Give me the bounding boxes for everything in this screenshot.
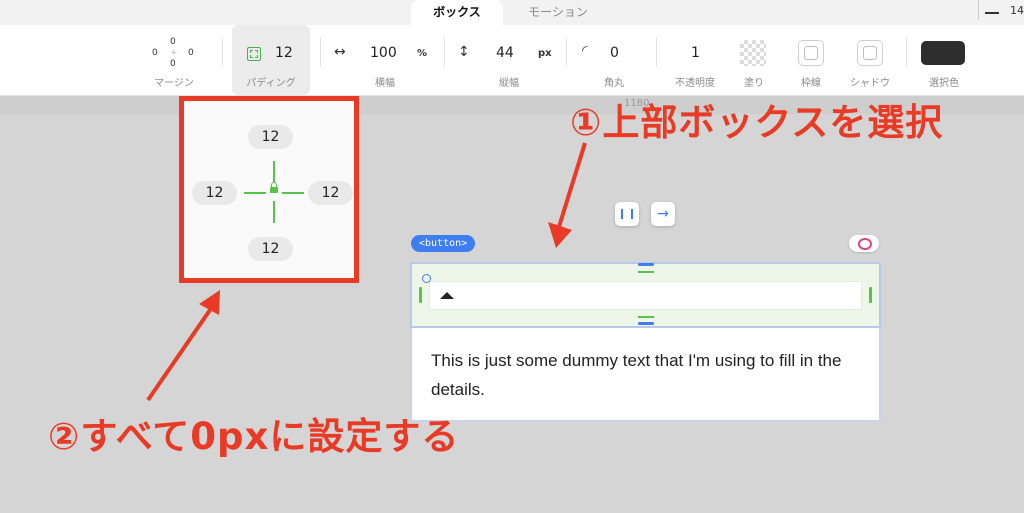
annotation-arrow-2 — [146, 308, 212, 402]
annotation-step2: ②すべて0pxに設定する — [48, 415, 460, 458]
annotation-step1: ①上部ボックスを選択 — [570, 101, 944, 144]
annotation-arrow-1 — [556, 142, 587, 231]
